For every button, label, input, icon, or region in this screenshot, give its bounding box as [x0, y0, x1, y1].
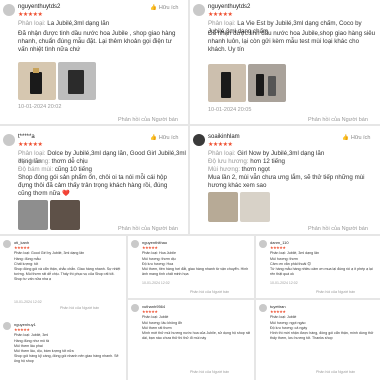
review-card: t*****a ★★★★★ 👍 Hữu ích Phân loại: Dolce … — [0, 126, 188, 234]
review-text: Hàng: đúng mẫu Chất lượng: tốt Shop đóng… — [14, 257, 121, 281]
review-card: vuthanh9564 ★★★★★ Phân loại: Jubilé Mùi … — [128, 300, 254, 380]
review-variant: Phân loại: Jubilé, 3ml dạng lăn — [270, 251, 319, 255]
avatar[interactable] — [3, 322, 11, 330]
avatar[interactable] — [193, 134, 205, 146]
review-variant: Phân loại: Jubilé, 3ml — [14, 333, 49, 337]
avatar[interactable] — [193, 4, 205, 16]
review-photo[interactable] — [208, 64, 246, 102]
seller-reply-link[interactable]: Phản hồi của Người bán — [308, 117, 368, 123]
review-card: soaikinhlam ★★★★★ 👍 Hữu ích Phân loại: Gi… — [190, 126, 380, 234]
seller-reply-link[interactable]: Phản hồi của Người bán — [316, 290, 355, 294]
review-photo[interactable] — [18, 62, 56, 100]
seller-reply-link[interactable]: Phản hồi của Người bán — [118, 117, 178, 123]
seller-reply-link[interactable]: Phản hồi của Người bán — [308, 226, 368, 232]
avatar[interactable] — [259, 304, 267, 312]
review-date: 10-01-2024 20:05 — [208, 107, 252, 113]
review-text: Đã nhận được tinh dầu nước hoa Jubile , … — [18, 30, 176, 53]
review-card: nguyenthuytds2 ★★★★★ Phân loại: La Vie E… — [190, 0, 380, 124]
reviewer-name[interactable]: soaikinhlam — [208, 134, 240, 140]
review-date: 10-01-2024 12:02 — [270, 281, 298, 285]
helpful-button[interactable]: 👍 Hữu ích — [342, 135, 370, 141]
review-card: nguyenthithao ★★★★★ Phân loại: Hoa Jubil… — [128, 236, 254, 298]
rating-stars: ★★★★★ — [270, 245, 286, 250]
review-variant: Phân loại: La Jubilé,3ml dạng lăn — [18, 20, 110, 27]
review-text: Mùi hương: thơm dịu Độ lưu hương: Hoa Mù… — [142, 257, 249, 276]
review-variant: Phân loại: Jubilé — [142, 315, 169, 319]
avatar[interactable] — [131, 304, 139, 312]
rating-stars: ★★★★★ — [208, 142, 233, 148]
rating-stars: ★★★★★ — [14, 245, 30, 250]
review-wear: Độ bám mùi: cũng 10 tiếng — [18, 166, 92, 173]
seller-reply-link[interactable]: Phản hồi của Người bán — [118, 226, 178, 232]
rating-stars: ★★★★★ — [14, 327, 30, 332]
helpful-button[interactable]: 👍 Hữu ích — [150, 135, 178, 141]
avatar[interactable] — [3, 240, 11, 248]
thumbs-up-icon: 👍 — [150, 5, 157, 11]
review-photo[interactable] — [18, 200, 48, 230]
review-date: 10-01-2024 12:02 — [14, 300, 42, 304]
seller-reply-link[interactable]: Phản hồi của Người bán — [60, 306, 99, 310]
thumbs-up-icon: 👍 — [342, 135, 349, 141]
review-text: Hàng đúng như mô tả Mùi thơm lâu phai Mù… — [14, 339, 119, 363]
review-date: 10-01-2024 20:02 — [18, 104, 62, 110]
rating-stars: ★★★★★ — [270, 309, 286, 314]
reviewer-name[interactable]: nguyenthuytds2 — [18, 4, 60, 10]
rating-stars: ★★★★★ — [18, 142, 43, 148]
review-text: Mua lần 2, mùi vẫn chưa ưng lắm, sẽ thử … — [208, 174, 365, 189]
review-photo[interactable] — [58, 62, 96, 100]
seller-reply-link[interactable]: Phản hồi của Người bán — [190, 290, 229, 294]
review-text: Mùi hương: ngọt ngào Độ lưu hương: cả ng… — [270, 321, 374, 340]
avatar[interactable] — [259, 240, 267, 248]
seller-reply-link[interactable]: Phản hồi của Người bán — [316, 370, 355, 374]
review-variant: Phân loại: Jubilé — [270, 315, 297, 319]
helpful-button[interactable]: 👍 Hữu ích — [150, 5, 178, 11]
review-scent: Mùi hương: thơm ngọt — [208, 166, 270, 173]
review-card: danm_110 ★★★★★ Phân loại: Jubilé, 3ml dạ… — [256, 236, 380, 298]
thumbs-up-icon: 👍 — [150, 135, 157, 141]
rating-stars: ★★★★★ — [18, 12, 43, 18]
review-date: 10-01-2024 12:02 — [142, 281, 170, 285]
review-text: Shop đóng gói sản phẩm ổn, chôi oi ta nó… — [18, 174, 168, 197]
reviewer-name[interactable]: nguyenthuytds2 — [208, 4, 250, 10]
review-variant: Phân loại: Girl Now by Jubilé,3ml dạng l… — [208, 150, 325, 157]
review-text: Mùi hương: lâu không 8h Mùi thơm rất thơ… — [142, 321, 250, 340]
review-photo[interactable] — [50, 200, 80, 230]
avatar[interactable] — [3, 134, 15, 146]
reviewer-name[interactable]: t*****a — [18, 134, 35, 140]
avatar[interactable] — [131, 240, 139, 248]
avatar[interactable] — [3, 4, 15, 16]
review-card: tuyettran ★★★★★ Phân loại: Jubilé Mùi hư… — [256, 300, 380, 380]
review-variant: Phân loại: Hoa Jubile — [142, 251, 176, 255]
review-photo[interactable] — [248, 64, 286, 102]
review-variant: Phân loại: Good Girl by Jubilé, 3ml dạng… — [14, 251, 85, 255]
review-card: nguyenhuy1 ★★★★★ Phân loại: Jubilé, 3ml … — [0, 318, 126, 380]
rating-stars: ★★★★★ — [142, 245, 158, 250]
review-photo[interactable] — [240, 192, 270, 222]
review-text: Mùi hương: thơm Cảm ơn vẫn phải thoải 😊 … — [270, 257, 373, 276]
review-wear: Độ lưu hương: hơn 12 tiếng — [208, 158, 285, 165]
seller-reply-link[interactable]: Phản hồi của Người bán — [190, 370, 229, 374]
review-text: Đã nhận được tinh dầu nước hoa Jubile,sh… — [208, 30, 376, 53]
rating-stars: ★★★★★ — [208, 12, 233, 18]
review-card: nguyenthuytds2 ★★★★★ Phân loại: La Jubil… — [0, 0, 188, 124]
rating-stars: ★★★★★ — [142, 309, 158, 314]
review-photo[interactable] — [208, 192, 238, 222]
review-scent: Mùi hương: thơm dễ chịu — [18, 158, 88, 165]
